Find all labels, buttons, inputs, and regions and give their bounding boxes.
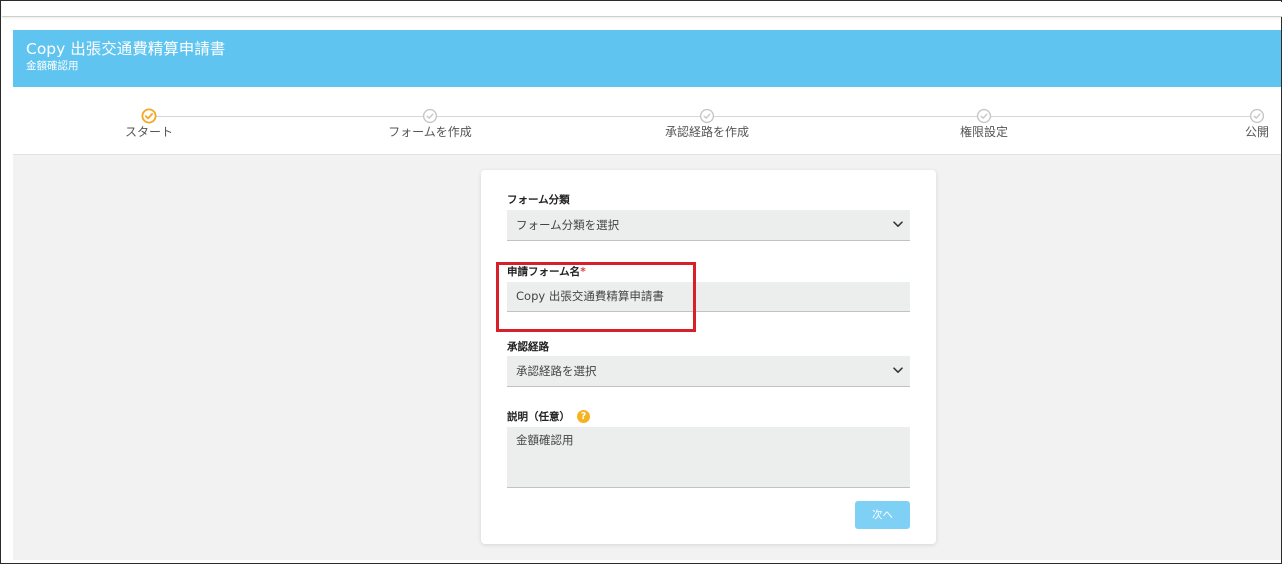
step-create-route[interactable]: 承認経路を作成	[647, 108, 767, 140]
page-subtitle: 金額確認用	[26, 60, 79, 72]
check-circle-icon	[976, 108, 992, 124]
chevron-down-icon	[893, 221, 903, 227]
check-circle-icon	[1249, 108, 1265, 124]
required-mark: *	[580, 266, 586, 278]
help-icon[interactable]: ?	[577, 410, 590, 423]
category-select[interactable]: フォーム分類を選択	[507, 210, 910, 241]
page-title: Copy 出張交通費精算申請書	[26, 40, 226, 58]
description-label: 説明（任意）	[507, 411, 570, 423]
step-start[interactable]: スタート	[89, 108, 209, 140]
step-label: 公開	[1244, 125, 1269, 139]
form-name-label-text: 申請フォーム名	[507, 266, 581, 278]
description-textarea[interactable]: 金額確認用	[507, 427, 910, 488]
check-circle-icon	[422, 108, 438, 124]
category-label: フォーム分類	[507, 194, 570, 206]
form-settings-card: フォーム分類 フォーム分類を選択 申請フォーム名* Copy 出張交通費精算申請…	[481, 170, 936, 544]
approval-route-label: 承認経路	[507, 341, 549, 353]
step-label: スタート	[124, 125, 173, 139]
check-circle-icon	[699, 108, 715, 124]
app-panel: Copy 出張交通費精算申請書 金額確認用 スタート フォームを作成 承認経路を…	[13, 30, 1281, 560]
description-textarea-value: 金額確認用	[516, 433, 574, 447]
wizard-stepper: スタート フォームを作成 承認経路を作成 権限設定 公開	[13, 87, 1281, 155]
next-button[interactable]: 次へ	[855, 501, 910, 529]
page-header: Copy 出張交通費精算申請書 金額確認用	[13, 30, 1281, 87]
chevron-down-icon	[893, 367, 903, 373]
approval-route-select-value: 承認経路を選択	[516, 364, 597, 378]
step-label: 権限設定	[959, 125, 1008, 139]
screenshot-frame: Copy 出張交通費精算申請書 金額確認用 スタート フォームを作成 承認経路を…	[0, 0, 1282, 564]
step-label: 承認経路を作成	[664, 125, 749, 139]
check-circle-icon	[141, 108, 157, 124]
step-permissions[interactable]: 権限設定	[924, 108, 1044, 140]
browser-top-strip	[2, 2, 1282, 17]
category-select-value: フォーム分類を選択	[516, 218, 620, 232]
form-name-input[interactable]: Copy 出張交通費精算申請書	[507, 282, 910, 312]
form-name-label: 申請フォーム名*	[507, 266, 586, 279]
approval-route-select[interactable]: 承認経路を選択	[507, 356, 910, 387]
step-publish[interactable]: 公開	[1227, 108, 1281, 140]
step-label: フォームを作成	[388, 125, 472, 139]
form-name-input-value: Copy 出張交通費精算申請書	[516, 289, 664, 303]
step-create-form[interactable]: フォームを作成	[370, 108, 490, 140]
